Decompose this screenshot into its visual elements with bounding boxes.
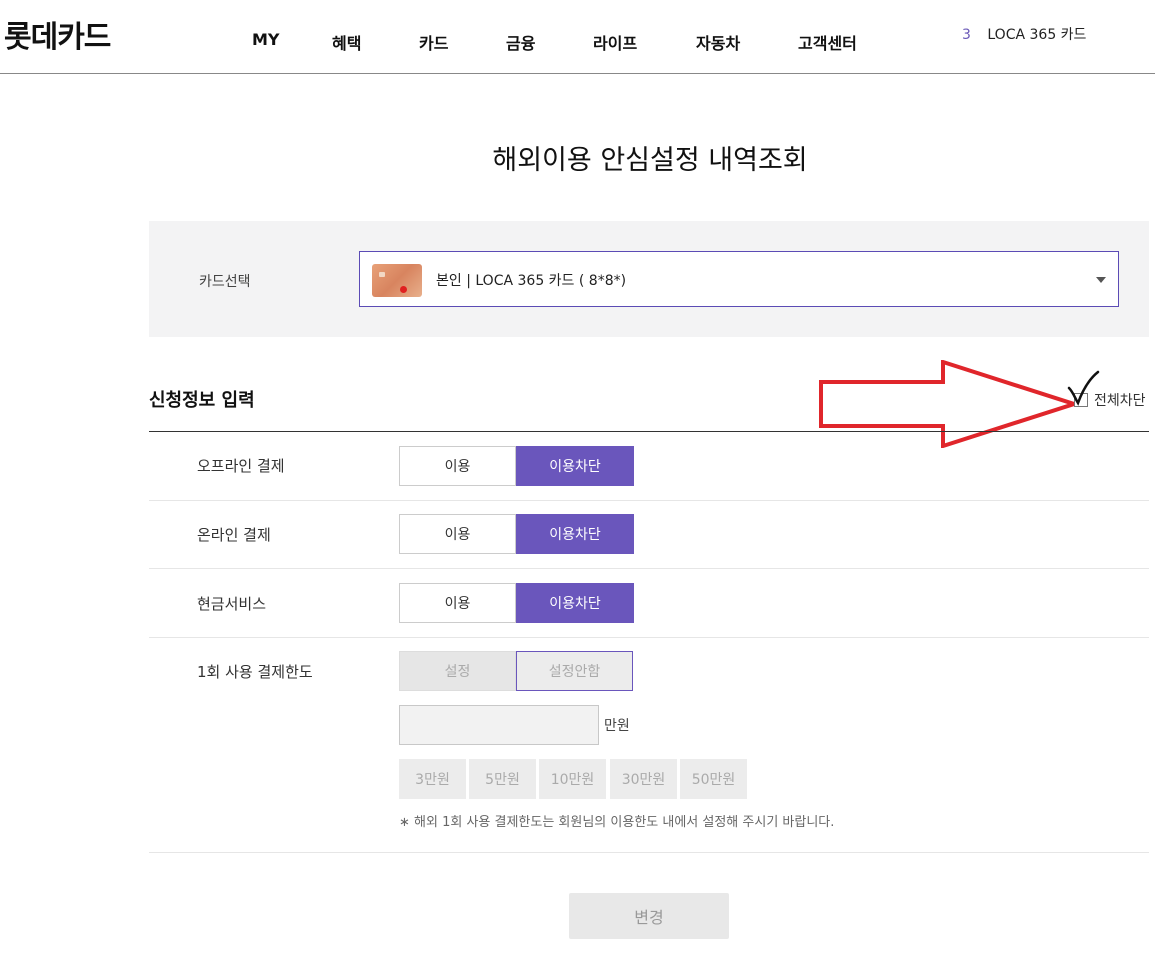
limit-unset-button[interactable]: 설정안함 (516, 651, 633, 691)
cash-block-button[interactable]: 이용차단 (516, 583, 634, 623)
lotte-card-logo[interactable]: 롯데카드 (4, 12, 111, 56)
nav-life[interactable]: 라이프 (593, 30, 637, 54)
limit-set-button[interactable]: 설정 (399, 651, 516, 691)
payment-limit-toggle: 설정 설정안함 (399, 651, 634, 691)
ticker-rank: 3 (962, 27, 971, 43)
offline-payment-toggle: 이용 이용차단 (399, 446, 634, 486)
chevron-down-icon (1096, 277, 1106, 283)
limit-amount-input[interactable] (399, 705, 599, 745)
nav-customer-center[interactable]: 고객센터 (798, 30, 857, 54)
offline-use-button[interactable]: 이용 (399, 446, 516, 486)
popular-search-ticker[interactable]: 3 LOCA 365 카드 (962, 24, 1086, 44)
cash-service-toggle: 이용 이용차단 (399, 583, 634, 623)
quick-amount-3[interactable]: 3만원 (399, 759, 466, 799)
row-divider (149, 852, 1149, 853)
nav-benefits[interactable]: 혜택 (332, 30, 361, 54)
row-divider (149, 568, 1149, 569)
page-title: 해외이용 안심설정 내역조회 (492, 145, 808, 176)
quick-amount-10[interactable]: 10만원 (539, 759, 606, 799)
quick-amount-50[interactable]: 50만원 (680, 759, 747, 799)
cash-service-label: 현금서비스 (197, 595, 267, 613)
card-select-value: 본인 | LOCA 365 카드 ( 8*8*) (436, 273, 627, 289)
card-thumbnail-image (372, 264, 422, 297)
nav-car[interactable]: 자동차 (696, 30, 740, 54)
quick-amount-30[interactable]: 30만원 (610, 759, 677, 799)
card-select-panel: 카드선택 본인 | LOCA 365 카드 ( 8*8*) (149, 221, 1149, 337)
online-use-button[interactable]: 이용 (399, 514, 516, 554)
online-payment-toggle: 이용 이용차단 (399, 514, 634, 554)
row-divider (149, 500, 1149, 501)
cash-use-button[interactable]: 이용 (399, 583, 516, 623)
handwritten-check-icon (1067, 370, 1100, 406)
online-block-button[interactable]: 이용차단 (516, 514, 634, 554)
offline-block-button[interactable]: 이용차단 (516, 446, 634, 486)
online-payment-label: 온라인 결제 (197, 526, 271, 544)
ticker-text: LOCA 365 카드 (987, 27, 1087, 43)
section-title: 신청정보 입력 (149, 390, 255, 411)
limit-notice: ∗ 해외 1회 사용 결제한도는 회원님의 이용한도 내에서 설정해 주시기 바… (399, 815, 835, 830)
row-divider (149, 637, 1149, 638)
block-all-label: 전체차단 (1094, 393, 1146, 409)
nav-card[interactable]: 카드 (419, 30, 448, 54)
nav-finance[interactable]: 금융 (506, 30, 535, 54)
section-divider (149, 431, 1149, 432)
card-select-dropdown[interactable]: 본인 | LOCA 365 카드 ( 8*8*) (359, 251, 1119, 307)
top-header: 롯데카드 MY 혜택 카드 금융 라이프 자동차 고객센터 3 LOCA 365… (0, 0, 1155, 74)
quick-amount-5[interactable]: 5만원 (469, 759, 536, 799)
nav-my[interactable]: MY (252, 30, 280, 49)
red-arrow-annotation-icon (819, 360, 1078, 448)
limit-unit-label: 만원 (604, 718, 630, 734)
card-brand-icon (400, 286, 407, 293)
card-chip-icon (379, 272, 385, 277)
change-button[interactable]: 변경 (569, 893, 729, 939)
offline-payment-label: 오프라인 결제 (197, 457, 285, 475)
card-select-label: 카드선택 (199, 274, 251, 290)
payment-limit-label: 1회 사용 결제한도 (197, 663, 313, 681)
